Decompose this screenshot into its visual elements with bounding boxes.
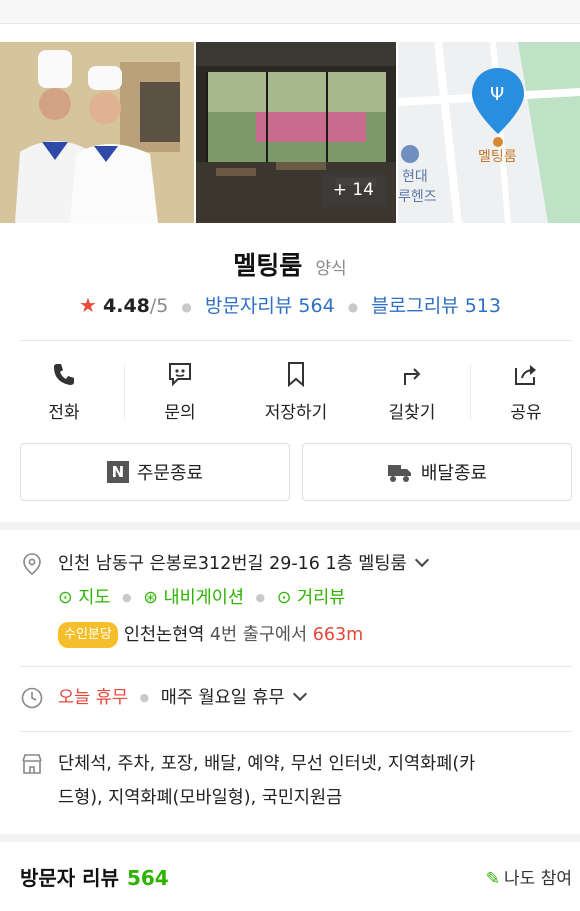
station-name: 인천논현역	[123, 625, 205, 645]
inquiry-label: 문의	[164, 403, 196, 423]
review-section-count: 564	[126, 866, 169, 890]
chevron-down-icon	[292, 686, 307, 702]
action-bar: 전화 문의 저장하기 길찾기 공유	[0, 356, 580, 426]
inquiry-button[interactable]: 문의	[122, 356, 238, 426]
clock-icon	[21, 687, 43, 709]
order-label: 주문종료	[136, 463, 204, 484]
navigation-link-label: 내비게이션	[163, 588, 244, 608]
rating-score: 4.48	[103, 295, 150, 317]
divider	[20, 666, 572, 667]
call-button[interactable]: 전화	[6, 356, 122, 426]
map-preview[interactable]: Ψ 멜팅룸 현대 루헨즈	[398, 42, 580, 223]
separator-dot: ●	[255, 591, 266, 604]
map-pin-icon: ⊙	[58, 588, 73, 608]
directions-icon	[404, 368, 421, 385]
svg-text:Ψ: Ψ	[490, 84, 504, 105]
hours-detail: 매주 월요일 휴무	[160, 688, 285, 708]
delivery-truck-icon	[387, 465, 411, 482]
section-gap	[0, 834, 580, 842]
delivery-label: 배달종료	[420, 463, 488, 484]
map-nearby-label-1: 현대	[402, 169, 428, 185]
amenities-section: 단체석, 주차, 포장, 배달, 예약, 무선 인터넷, 지역화폐(카 드형),…	[20, 752, 572, 812]
navigation-link[interactable]: ⊛ 내비게이션	[143, 588, 244, 608]
section-gap	[0, 522, 580, 530]
order-button[interactable]: N 주문종료	[20, 443, 290, 501]
hours-text: 오늘 휴무 ● 매주 월요일 휴무	[58, 686, 307, 710]
blog-reviews-link[interactable]: 블로그리뷰 513	[371, 295, 501, 317]
map-link-label: 지도	[78, 588, 111, 608]
subway-info: 수인분당 인천논현역 4번 출구에서 663m	[58, 622, 363, 648]
star-icon: ★	[79, 293, 97, 317]
bookmark-icon	[288, 362, 304, 388]
directions-button[interactable]: 길찾기	[354, 356, 470, 426]
photo-interior[interactable]: + 14	[196, 42, 396, 223]
amenities-line-2: 드형), 지역화폐(모바일형), 국민지원금	[58, 788, 343, 808]
street-view-link[interactable]: ⊙ 거리뷰	[277, 588, 346, 608]
share-label: 공유	[510, 403, 542, 423]
write-review-label: 나도 참여	[504, 869, 572, 889]
separator-dot: ●	[347, 299, 359, 314]
separator-dot: ●	[181, 299, 192, 314]
navigation-icon: ⊛	[143, 588, 158, 608]
street-view-link-label: 거리뷰	[296, 588, 346, 608]
address-text-row[interactable]: 인천 남동구 은봉로312번길 29-16 1층 멜팅룸	[58, 552, 429, 576]
directions-label: 길찾기	[388, 403, 436, 423]
delivery-button[interactable]: 배달종료	[302, 443, 572, 501]
address-links: ⊙ 지도 ● ⊛ 내비게이션 ● ⊙ 거리뷰	[58, 586, 345, 610]
call-label: 전화	[48, 403, 80, 423]
separator-dot: ●	[139, 691, 150, 704]
street-view-icon: ⊙	[276, 588, 292, 608]
distance: 663m	[312, 625, 364, 645]
save-label: 저장하기	[264, 403, 328, 423]
save-button[interactable]: 저장하기	[238, 356, 354, 426]
naver-n-icon: N	[106, 461, 129, 483]
photo-gallery: + 14 Ψ 멜팅룸 현대 루헨즈	[0, 42, 580, 223]
divider	[20, 340, 572, 341]
map-link[interactable]: ⊙ 지도	[58, 588, 110, 608]
map-nearby-label-2: 루헨즈	[398, 189, 437, 205]
location-pin-icon	[23, 553, 41, 576]
visitor-reviews-link[interactable]: 방문자리뷰 564	[205, 295, 335, 317]
subway-line-badge: 수인분당	[58, 622, 118, 648]
store-icon	[22, 754, 42, 774]
pencil-icon: ✎	[485, 869, 501, 889]
place-category: 양식	[315, 259, 347, 279]
rating-row: ★ 4.48/5 ● 방문자리뷰 564 ● 블로그리뷰 513	[0, 291, 580, 318]
share-icon	[515, 365, 536, 385]
chat-icon	[169, 363, 191, 387]
divider	[20, 731, 572, 732]
visitor-review-header: 방문자 리뷰 564 ✎ 나도 참여	[20, 862, 572, 892]
write-review-button[interactable]: ✎ 나도 참여	[486, 864, 572, 889]
place-name: 멜팅룸	[233, 251, 303, 280]
hours-section[interactable]: 오늘 휴무 ● 매주 월요일 휴무	[20, 686, 572, 712]
rating-max: /5	[149, 295, 169, 317]
address-text: 인천 남동구 은봉로312번길 29-16 1층 멜팅룸	[58, 554, 407, 574]
photo-chefs[interactable]	[0, 42, 194, 223]
top-bar	[0, 0, 580, 24]
map-poi-label: 멜팅룸	[478, 149, 517, 165]
separator-dot: ●	[122, 591, 132, 604]
address-section: 인천 남동구 은봉로312번길 29-16 1층 멜팅룸 ⊙ 지도 ● ⊛ 내비…	[20, 552, 572, 652]
exit-info: 4번 출구에서	[209, 625, 308, 645]
phone-icon	[54, 364, 74, 385]
share-button[interactable]: 공유	[468, 356, 580, 426]
review-section-title: 방문자 리뷰	[20, 866, 119, 890]
chefs-image	[0, 42, 194, 223]
chevron-down-icon	[414, 552, 429, 568]
more-photos-badge[interactable]: + 14	[320, 173, 386, 207]
today-status: 오늘 휴무	[58, 688, 128, 708]
place-title: 멜팅룸 양식	[0, 246, 580, 282]
amenities-line-1: 단체석, 주차, 포장, 배달, 예약, 무선 인터넷, 지역화폐(카	[58, 754, 476, 774]
